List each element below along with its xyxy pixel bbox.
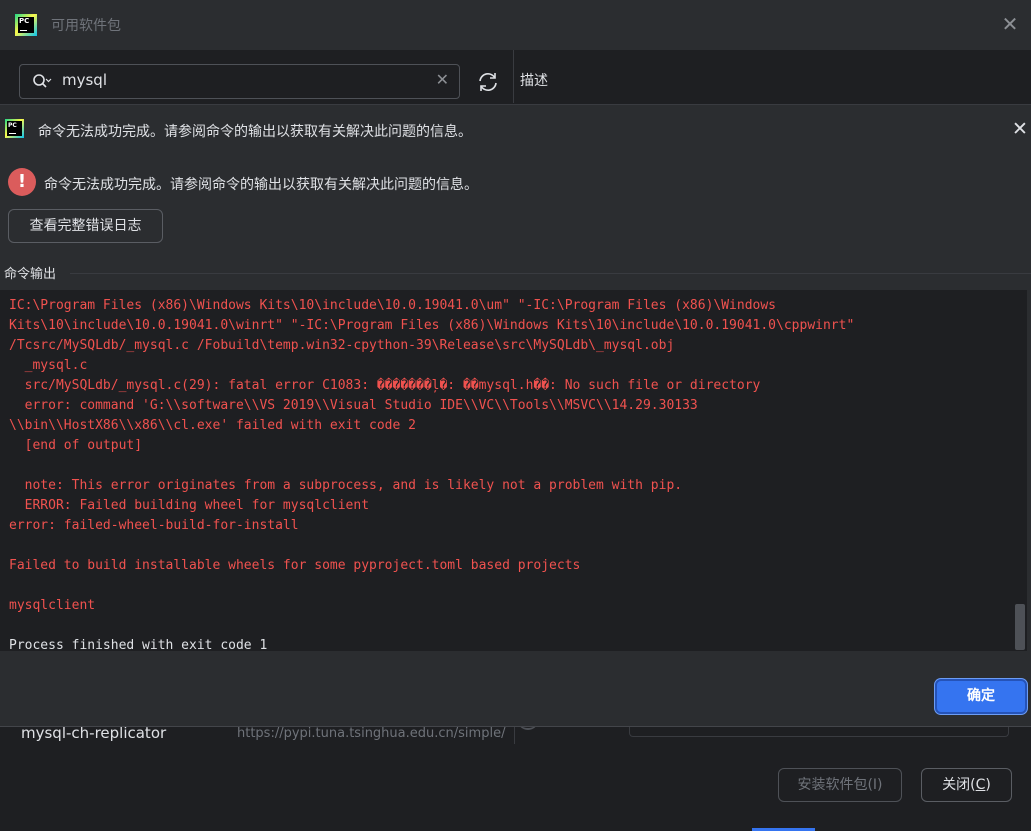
error-icon: !: [8, 168, 36, 196]
output-line: error: command 'G:\\software\\VS 2019\\V…: [9, 396, 698, 416]
output-line: IC:\Program Files (x86)\Windows Kits\10\…: [9, 296, 776, 316]
search-icon: [32, 72, 52, 90]
search-value: mysql: [62, 71, 107, 89]
output-line: Kits\10\include\10.0.19041.0\winrt" "-IC…: [9, 316, 854, 336]
package-repo-url: https://pypi.tuna.tsinghua.edu.cn/simple…: [237, 726, 505, 741]
output-line: [end of output]: [9, 436, 142, 456]
view-full-log-button[interactable]: 查看完整错误日志: [8, 209, 163, 243]
output-line: note: This error originates from a subpr…: [9, 476, 682, 496]
error-dialog: PC 命令无法成功完成。请参阅命令的输出以获取有关解决此问题的信息。 ✕ ! 命…: [0, 104, 1031, 727]
close-button-label-suffix: ): [985, 777, 990, 793]
install-package-button[interactable]: 安装软件包(I): [778, 768, 902, 802]
clear-search-icon[interactable]: ✕: [436, 70, 449, 89]
error-message: 命令无法成功完成。请参阅命令的输出以获取有关解决此问题的信息。: [44, 174, 478, 194]
output-line: Failed to build installable wheels for s…: [9, 556, 580, 576]
pycharm-logo-icon: PC: [5, 119, 24, 138]
outer-titlebar: PC 可用软件包 ✕: [0, 0, 1031, 50]
output-line: ERROR: Failed building wheel for mysqlcl…: [9, 496, 369, 516]
output-line: src/MySQLdb/_mysql.c(29): fatal error C1…: [9, 376, 760, 396]
command-output-label: 命令输出: [4, 263, 56, 282]
close-button[interactable]: 关闭(C): [921, 768, 1012, 802]
error-dialog-close-icon[interactable]: ✕: [1012, 119, 1028, 139]
section-divider: [70, 273, 1031, 274]
ok-button[interactable]: 确定: [935, 679, 1027, 714]
close-button-mnemonic: C: [976, 777, 986, 793]
close-button-label-prefix: 关闭(: [942, 777, 975, 793]
output-line: Process finished with exit code 1: [9, 636, 267, 651]
description-label: 描述: [520, 70, 548, 90]
output-line: error: failed-wheel-build-for-install: [9, 516, 299, 536]
pane-divider: [513, 50, 514, 103]
search-input[interactable]: mysql ✕: [19, 64, 460, 99]
error-dialog-title: 命令无法成功完成。请参阅命令的输出以获取有关解决此问题的信息。: [38, 121, 472, 141]
output-line: mysqlclient: [9, 596, 95, 616]
output-line: /Tcsrc/MySQLdb/_mysql.c /Fobuild\temp.wi…: [9, 336, 674, 356]
outer-dialog-title: 可用软件包: [51, 15, 121, 35]
command-output-area[interactable]: IC:\Program Files (x86)\Windows Kits\10\…: [0, 290, 1027, 651]
output-line: _mysql.c: [9, 356, 87, 376]
outer-close-icon[interactable]: ✕: [1000, 14, 1020, 34]
output-scrollbar[interactable]: [1015, 604, 1025, 650]
pycharm-logo-icon: PC: [15, 14, 37, 36]
output-line: \\bin\\HostX86\\x86\\cl.exe' failed with…: [9, 416, 416, 436]
refresh-icon[interactable]: [476, 70, 500, 94]
